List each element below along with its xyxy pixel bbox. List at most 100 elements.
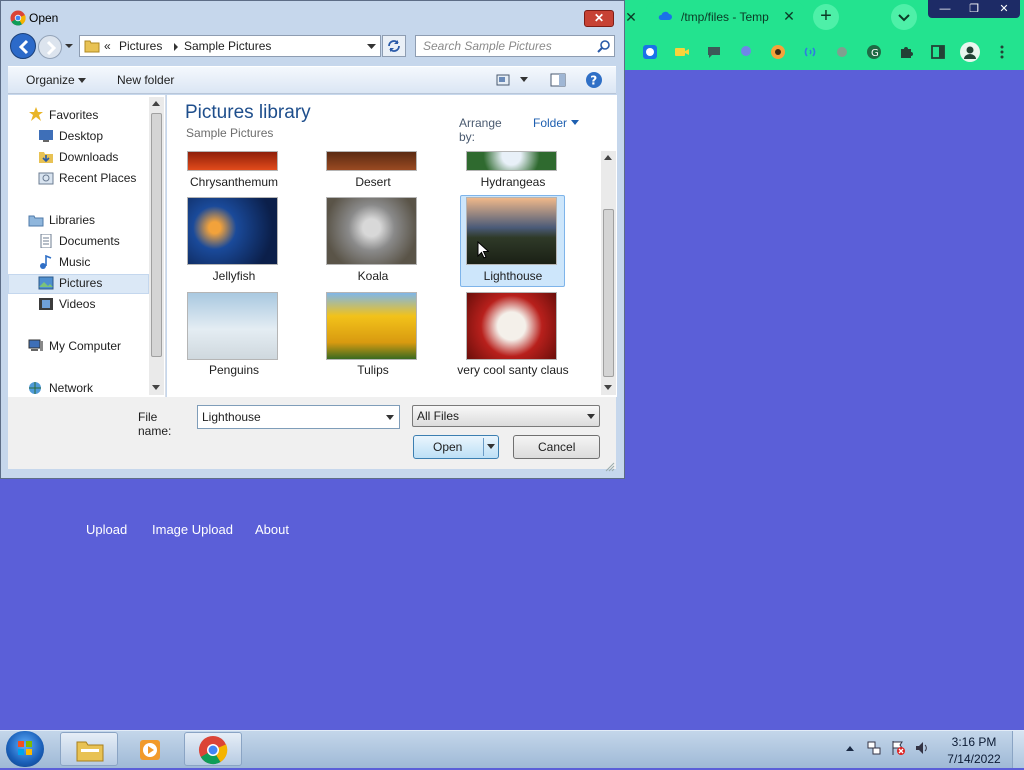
side-panel-icon[interactable] bbox=[930, 44, 946, 60]
dialog-title: Open bbox=[29, 11, 59, 25]
thumbnail-desert[interactable] bbox=[326, 151, 417, 171]
nav-pane-scrollbar[interactable] bbox=[149, 97, 164, 395]
tab-search-button[interactable] bbox=[891, 4, 917, 30]
open-button[interactable]: Open bbox=[413, 435, 499, 459]
file-name-dropdown-icon[interactable] bbox=[386, 415, 394, 420]
file-label-desert[interactable]: Desert bbox=[308, 175, 438, 190]
file-label-hydrangeas[interactable]: Hydrangeas bbox=[448, 175, 578, 190]
new-tab-button[interactable]: + bbox=[813, 4, 839, 30]
tab-close-icon[interactable]: ✕ bbox=[781, 8, 797, 24]
nav-item-desktop[interactable]: Desktop bbox=[59, 129, 103, 147]
file-label-very-cool-santy-claus[interactable]: very cool santy claus bbox=[448, 363, 578, 378]
view-dropdown-icon[interactable] bbox=[520, 77, 528, 82]
thumbnail-chrysanthemum[interactable] bbox=[187, 151, 278, 171]
extensions-puzzle-icon[interactable] bbox=[898, 44, 914, 60]
dialog-close-button[interactable]: ✕ bbox=[584, 10, 614, 27]
extension-shield-icon[interactable] bbox=[642, 44, 658, 60]
scroll-up-icon[interactable] bbox=[604, 155, 612, 160]
breadcrumb-sample-pictures[interactable]: Sample Pictures bbox=[184, 39, 271, 53]
nav-item-videos[interactable]: Videos bbox=[59, 297, 95, 315]
forward-button[interactable] bbox=[38, 35, 62, 59]
thumbnail-very-cool-santy-claus[interactable] bbox=[466, 292, 557, 360]
breadcrumb-chevron: « bbox=[104, 39, 111, 53]
breadcrumb-separator-icon[interactable] bbox=[173, 43, 179, 51]
resize-grip-icon[interactable] bbox=[605, 462, 615, 472]
scroll-down-icon[interactable] bbox=[152, 385, 160, 390]
address-dropdown-icon[interactable] bbox=[367, 43, 376, 50]
scroll-up-icon[interactable] bbox=[152, 101, 160, 106]
extension-broadcast-icon[interactable] bbox=[802, 44, 818, 60]
extension-dot-icon[interactable] bbox=[834, 44, 850, 60]
file-label-chrysanthemum[interactable]: Chrysanthemum bbox=[169, 175, 299, 190]
clock-date[interactable]: 7/14/2022 bbox=[942, 752, 1006, 766]
preview-pane-icon[interactable] bbox=[550, 73, 566, 87]
file-name-input[interactable]: Lighthouse bbox=[197, 405, 400, 429]
extension-eye-icon[interactable] bbox=[770, 44, 786, 60]
search-input[interactable]: Search Sample Pictures bbox=[415, 35, 615, 57]
file-list-scrollbar[interactable] bbox=[601, 151, 616, 395]
nav-item-music[interactable]: Music bbox=[59, 255, 90, 273]
thumbnail-penguins[interactable] bbox=[187, 292, 278, 360]
nav-item-recent-places[interactable]: Recent Places bbox=[59, 171, 136, 189]
extension-chat-icon[interactable] bbox=[706, 44, 722, 60]
thumbnail-tulips[interactable] bbox=[326, 292, 417, 360]
file-label-lighthouse[interactable]: Lighthouse bbox=[448, 269, 578, 284]
minimize-button[interactable]: — bbox=[930, 0, 960, 18]
nav-link-upload[interactable]: Upload bbox=[86, 522, 127, 538]
restore-button[interactable]: ❐ bbox=[959, 0, 989, 18]
view-icon[interactable] bbox=[496, 74, 510, 86]
profile-avatar-icon[interactable] bbox=[960, 42, 980, 62]
nav-item-documents[interactable]: Documents bbox=[59, 234, 120, 252]
file-label-penguins[interactable]: Penguins bbox=[169, 363, 299, 378]
open-dropdown-icon[interactable] bbox=[487, 444, 495, 449]
thumbnail-jellyfish[interactable] bbox=[187, 197, 278, 265]
taskbar-chrome-button[interactable] bbox=[184, 732, 242, 766]
file-label-koala[interactable]: Koala bbox=[308, 269, 438, 284]
arrange-dropdown-icon[interactable] bbox=[571, 120, 579, 125]
nav-link-image-upload[interactable]: Image Upload bbox=[152, 522, 233, 538]
refresh-button[interactable] bbox=[382, 35, 406, 57]
nav-favorites[interactable]: Favorites bbox=[49, 108, 98, 126]
tray-expand-icon[interactable] bbox=[845, 744, 855, 752]
scroll-down-icon[interactable] bbox=[604, 385, 612, 390]
back-button[interactable] bbox=[10, 33, 36, 59]
thumbnail-hydrangeas[interactable] bbox=[466, 151, 557, 171]
library-title: Pictures library bbox=[185, 102, 311, 123]
file-type-value: All Files bbox=[417, 409, 460, 423]
show-desktop-button[interactable] bbox=[1012, 731, 1024, 768]
file-label-tulips[interactable]: Tulips bbox=[308, 363, 438, 378]
extension-bulb-icon[interactable] bbox=[738, 44, 754, 60]
taskbar-explorer-button[interactable] bbox=[60, 732, 118, 766]
action-center-flag-icon[interactable] bbox=[890, 740, 906, 756]
recent-pages-dropdown-icon[interactable] bbox=[64, 42, 74, 50]
previous-tab-close-icon[interactable]: ✕ bbox=[624, 9, 638, 25]
extension-video-icon[interactable] bbox=[674, 44, 690, 60]
nav-item-downloads[interactable]: Downloads bbox=[59, 150, 118, 168]
file-type-dropdown-icon[interactable] bbox=[587, 414, 595, 419]
start-button[interactable] bbox=[6, 731, 44, 767]
nav-my-computer[interactable]: My Computer bbox=[49, 339, 121, 357]
search-icon[interactable] bbox=[597, 39, 611, 53]
taskbar-media-player-button[interactable] bbox=[122, 732, 180, 766]
thumbnail-koala[interactable] bbox=[326, 197, 417, 265]
cancel-button[interactable]: Cancel bbox=[513, 435, 600, 459]
nav-link-about[interactable]: About bbox=[255, 522, 289, 538]
organize-dropdown-icon[interactable] bbox=[78, 78, 86, 83]
browser-menu-icon[interactable] bbox=[994, 44, 1010, 60]
organize-button[interactable]: Organize bbox=[26, 73, 75, 87]
file-type-select[interactable]: All Files bbox=[412, 405, 600, 427]
nav-scroll-thumb[interactable] bbox=[151, 113, 162, 357]
breadcrumb-pictures[interactable]: Pictures bbox=[119, 39, 162, 53]
file-label-jellyfish[interactable]: Jellyfish bbox=[169, 269, 299, 284]
nav-item-pictures[interactable]: Pictures bbox=[59, 276, 102, 294]
browser-close-button[interactable]: ✕ bbox=[989, 0, 1019, 18]
help-icon[interactable]: ? bbox=[585, 71, 603, 89]
network-tray-icon[interactable] bbox=[866, 740, 882, 756]
extension-g-icon[interactable]: G bbox=[866, 44, 882, 60]
file-list-scroll-thumb[interactable] bbox=[603, 209, 614, 377]
volume-icon[interactable] bbox=[914, 740, 930, 756]
clock-time[interactable]: 3:16 PM bbox=[946, 735, 1002, 749]
address-bar[interactable]: « Pictures Sample Pictures bbox=[79, 35, 381, 57]
new-folder-button[interactable]: New folder bbox=[117, 73, 174, 87]
nav-libraries[interactable]: Libraries bbox=[49, 213, 95, 231]
